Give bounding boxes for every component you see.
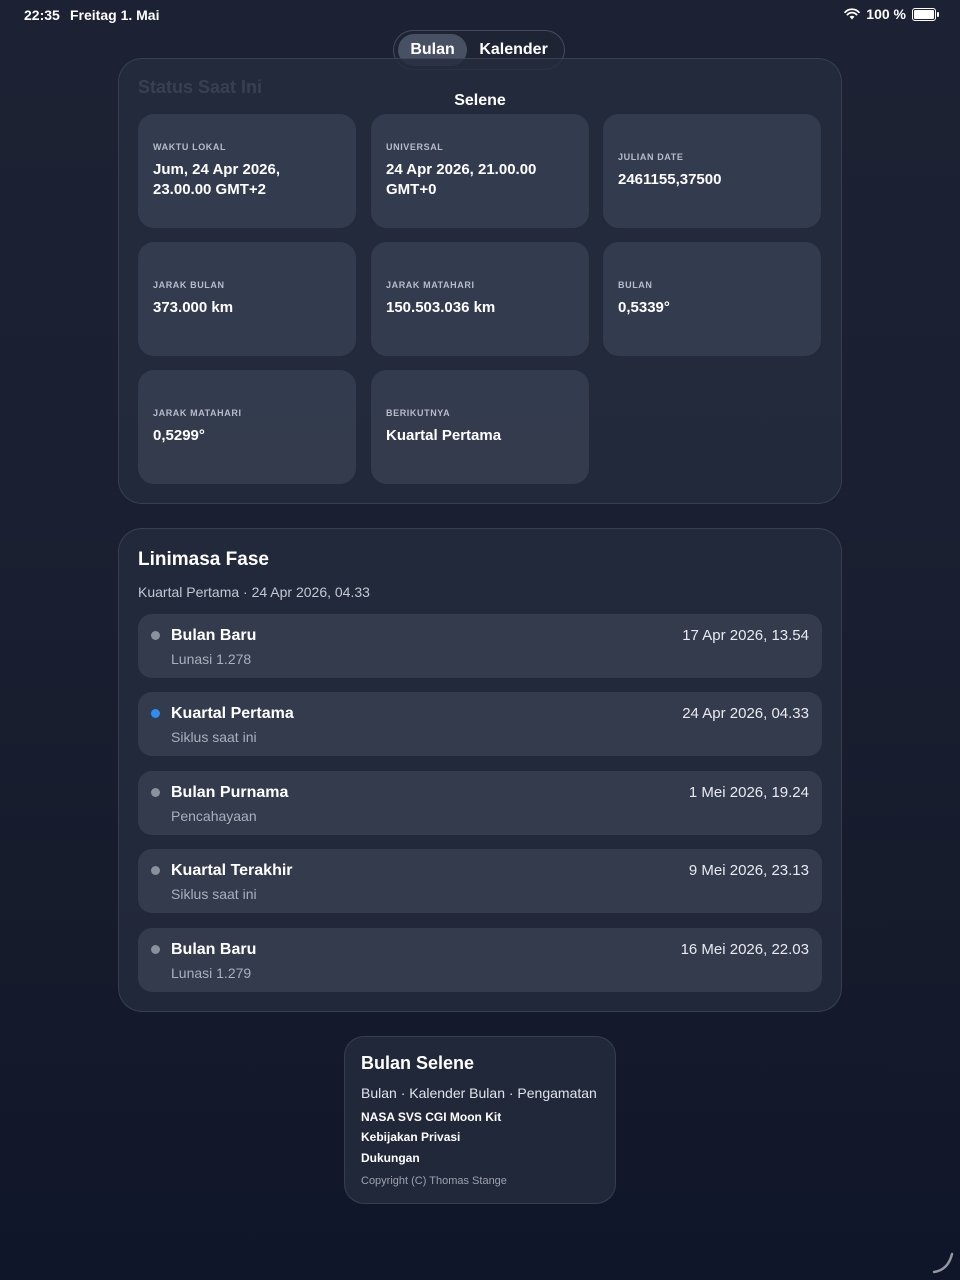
battery-icon [912,7,939,21]
tile-sun-distance: JARAK MATAHARI 150.503.036 km [371,242,589,356]
phase-detail: Siklus saat ini [171,886,257,902]
timeline-subtitle: Kuartal Pertama · 24 Apr 2026, 04.33 [138,584,370,600]
battery-percent: 100 % [866,6,906,22]
tile-label: JARAK MATAHARI [153,408,242,418]
phase-detail: Lunasi 1.279 [171,965,252,981]
phase-date: 16 Mei 2026, 22.03 [680,941,809,958]
tile-value: Kuartal Pertama [386,427,502,444]
tile-label: BULAN [618,280,653,290]
tile-local-time: WAKTU LOKAL Jum, 24 Apr 2026, 23.00.00 G… [138,114,356,228]
phase-dot-icon [151,631,160,640]
phase-date: 1 Mei 2026, 19.24 [688,784,809,801]
tile-julian-date: JULIAN DATE 2461155,37500 [603,114,821,228]
status-section-title: Status Saat Ini [138,77,263,97]
status-right: 100 % [844,6,939,22]
copyright-text: Copyright (C) Thomas Stange [361,1175,507,1187]
about-subtitle: Bulan · Kalender Bulan · Pengamatan [361,1085,597,1101]
phase-detail: Siklus saat ini [171,729,257,745]
resize-handle-icon[interactable] [930,1250,956,1276]
tile-value: 373.000 km [153,299,234,316]
link-privacy-policy[interactable]: Kebijakan Privasi [361,1130,460,1144]
tile-label: JARAK MATAHARI [386,280,475,290]
tile-value: Jum, 24 Apr 2026, 23.00.00 GMT+2 [153,161,281,198]
tile-label: BERIKUTNYA [386,408,451,418]
tile-value: 150.503.036 km [386,299,496,316]
phase-detail: Lunasi 1.278 [171,651,252,667]
tile-label: UNIVERSAL [386,142,444,152]
tile-moon-distance: JARAK BULAN 373.000 km [138,242,356,356]
phase-dot-icon [151,945,160,954]
phase-date: 17 Apr 2026, 13.54 [682,627,809,644]
tile-sun-angular-size: JARAK MATAHARI 0,5299° [138,370,356,484]
timeline-row[interactable]: Bulan Baru Lunasi 1.278 17 Apr 2026, 13.… [138,614,822,678]
phase-dot-icon [151,788,160,797]
status-date: Freitag 1. Mai [70,7,160,23]
tile-next-phase: BERIKUTNYA Kuartal Pertama [371,370,589,484]
wifi-icon [844,8,861,20]
status-bar: 22:35 Freitag 1. Mai 100 % [0,0,960,30]
phase-name: Kuartal Pertama [171,705,294,722]
current-phase-dot-icon [151,709,160,718]
tile-value: 24 Apr 2026, 21.00.00 GMT+0 [386,161,537,198]
tile-moon-angular-size: BULAN 0,5339° [603,242,821,356]
timeline-title: Linimasa Fase [138,549,269,570]
timeline-row[interactable]: Bulan Purnama Pencahayaan 1 Mei 2026, 19… [138,771,822,835]
timeline-row[interactable]: Kuartal Terakhir Siklus saat ini 9 Mei 2… [138,849,822,913]
tile-value: 0,5339° [618,299,670,316]
tile-universal-time: UNIVERSAL 24 Apr 2026, 21.00.00 GMT+0 [371,114,589,228]
phase-detail: Pencahayaan [171,808,257,824]
link-support[interactable]: Dukungan [361,1151,420,1165]
tile-label: JARAK BULAN [153,280,225,290]
phase-name: Bulan Baru [171,627,257,644]
phase-name: Bulan Purnama [171,784,289,801]
phase-name: Bulan Baru [171,941,257,958]
phase-name: Kuartal Terakhir [171,862,293,879]
tile-value: 0,5299° [153,427,205,444]
timeline-row-current[interactable]: Kuartal Pertama Siklus saat ini 24 Apr 2… [138,692,822,756]
about-title: Bulan Selene [361,1053,475,1073]
timeline-row[interactable]: Bulan Baru Lunasi 1.279 16 Mei 2026, 22.… [138,928,822,992]
link-nasa-moon-kit[interactable]: NASA SVS CGI Moon Kit [361,1110,501,1124]
phase-date: 24 Apr 2026, 04.33 [682,705,809,722]
nav-title: Selene [454,92,506,109]
phase-dot-icon [151,866,160,875]
tile-label: WAKTU LOKAL [153,142,227,152]
tile-value: 2461155,37500 [618,171,722,188]
phase-date: 9 Mei 2026, 23.13 [688,862,809,879]
status-time: 22:35 [24,7,60,23]
tile-label: JULIAN DATE [618,152,684,162]
